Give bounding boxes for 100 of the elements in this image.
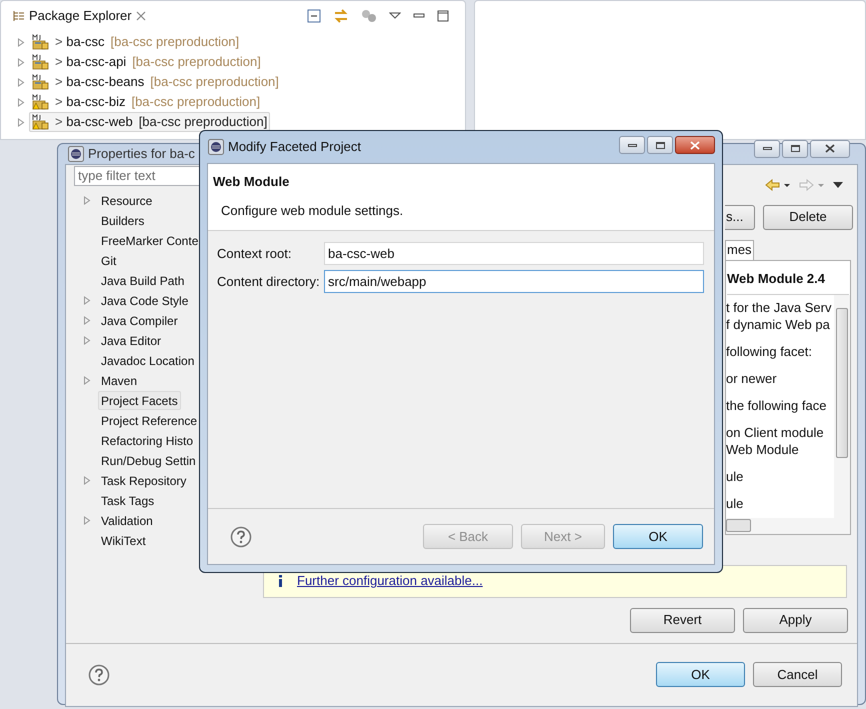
minimize-button[interactable] xyxy=(754,140,780,158)
delete-button[interactable]: Delete xyxy=(763,204,853,230)
description-line: Web Module xyxy=(726,441,800,458)
tree-item[interactable]: Resource xyxy=(98,191,156,210)
link-arrows-icon[interactable] xyxy=(333,8,349,24)
tree-item[interactable]: WikiText xyxy=(98,531,149,550)
tree-item[interactable]: Validation xyxy=(98,511,156,530)
details-heading: Web Module 2.4 xyxy=(727,270,825,288)
tree-item[interactable]: Run/Debug Settin xyxy=(98,451,199,470)
close-icon xyxy=(825,144,835,154)
project-name: > ba-csc-api xyxy=(55,53,126,72)
collapse-all-icon[interactable] xyxy=(307,9,321,23)
tree-item[interactable]: Task Repository xyxy=(98,471,190,490)
project-decoration: [ba-csc preproduction] xyxy=(110,33,240,52)
maximize-button[interactable] xyxy=(647,136,673,154)
wizard-button[interactable]: OK xyxy=(613,524,703,549)
tree-item[interactable]: > ba-csc-beans [ba-csc preproduction] xyxy=(29,72,282,92)
tree-item[interactable]: Builders xyxy=(98,211,148,230)
view-tab[interactable]: Package Explorer xyxy=(9,3,150,29)
action-button[interactable]: s... xyxy=(725,204,755,230)
expand-icon[interactable] xyxy=(17,38,25,46)
tree-item[interactable]: Refactoring Histo xyxy=(98,431,196,450)
tree-item[interactable]: Project Reference xyxy=(98,411,200,430)
details-tab[interactable]: mes xyxy=(725,240,754,260)
project-decoration: [ba-csc preproduction] xyxy=(138,113,268,132)
configuration-link[interactable]: Further configuration available... xyxy=(297,571,483,591)
close-icon xyxy=(690,140,700,150)
page-button[interactable]: Apply xyxy=(743,608,848,632)
expand-icon[interactable] xyxy=(83,516,91,525)
package-icon xyxy=(13,10,25,22)
tree-item[interactable]: Maven xyxy=(98,371,140,390)
minimize-icon[interactable] xyxy=(413,13,425,19)
page-button[interactable]: Revert xyxy=(630,608,735,632)
expand-icon[interactable] xyxy=(83,376,91,385)
close-button[interactable] xyxy=(810,140,850,158)
project-warning-icon xyxy=(32,114,49,130)
project-name: > ba-csc-biz xyxy=(55,93,126,112)
expand-icon[interactable] xyxy=(83,316,91,325)
tree-item[interactable]: Task Tags xyxy=(98,491,158,510)
project-warning-icon xyxy=(32,94,49,110)
info-icon xyxy=(278,575,283,587)
tree-item[interactable]: > ba-csc-biz [ba-csc preproduction] xyxy=(29,92,264,112)
project-name: > ba-csc-web xyxy=(55,113,133,132)
minimize-button[interactable] xyxy=(619,136,645,154)
expand-icon[interactable] xyxy=(83,196,91,205)
expand-icon[interactable] xyxy=(83,336,91,345)
dialog-button[interactable]: Cancel xyxy=(753,662,842,687)
expand-icon[interactable] xyxy=(83,476,91,485)
tree-item[interactable]: Project Facets xyxy=(98,391,181,410)
expand-icon[interactable] xyxy=(17,98,25,106)
description-line: ule xyxy=(726,468,744,485)
help-icon[interactable] xyxy=(230,526,252,548)
horizontal-scrollbar[interactable] xyxy=(726,518,850,534)
maximize-icon[interactable] xyxy=(437,10,449,22)
vertical-scrollbar[interactable] xyxy=(834,295,850,518)
text-field[interactable]: src/main/webapp xyxy=(324,270,704,293)
dialog-button[interactable]: OK xyxy=(656,662,745,687)
tree-item[interactable]: Java Code Style xyxy=(98,291,192,310)
expand-icon[interactable] xyxy=(17,58,25,66)
page-description: Configure web module settings. xyxy=(220,202,404,220)
tree-item[interactable]: Java Editor xyxy=(98,331,164,350)
help-icon[interactable] xyxy=(88,664,110,686)
expand-icon[interactable] xyxy=(17,78,25,86)
project-name: > ba-csc xyxy=(55,33,105,52)
back-arrow-icon[interactable] xyxy=(765,178,793,190)
view-menu-icon[interactable] xyxy=(389,12,401,20)
expand-icon[interactable] xyxy=(17,118,25,126)
tree-item[interactable]: FreeMarker Conte xyxy=(98,231,202,250)
project-decoration: [ba-csc preproduction] xyxy=(132,53,261,72)
text-field[interactable]: ba-csc-web xyxy=(324,242,704,265)
maximize-button[interactable] xyxy=(782,140,808,158)
description-line: ule xyxy=(726,495,744,512)
app-icon xyxy=(68,146,84,162)
description-line: on Client module xyxy=(726,424,825,441)
tree-item[interactable]: Git xyxy=(98,251,120,270)
tree-item[interactable]: Java Build Path xyxy=(98,271,188,290)
tree-item[interactable]: Java Compiler xyxy=(98,311,181,330)
field-label: Content directory: xyxy=(216,272,321,291)
description-line: the following face xyxy=(726,397,828,414)
expand-icon[interactable] xyxy=(83,296,91,305)
project-name: > ba-csc-beans xyxy=(55,73,144,92)
close-button[interactable] xyxy=(675,136,715,154)
tree-item[interactable]: Javadoc Location xyxy=(98,351,198,370)
project-decoration: [ba-csc preproduction] xyxy=(131,93,260,112)
tree-item[interactable]: > ba-csc [ba-csc preproduction] xyxy=(29,32,242,52)
description-line: or newer xyxy=(726,370,778,387)
field-label: Context root: xyxy=(216,244,292,263)
dialog-title: Modify Faceted Project xyxy=(228,138,361,156)
tree-item[interactable]: > ba-csc-api [ba-csc preproduction] xyxy=(29,52,264,72)
close-icon[interactable] xyxy=(136,11,146,21)
tree-item[interactable]: > ba-csc-web [ba-csc preproduction] xyxy=(29,112,270,132)
menu-caret-icon[interactable] xyxy=(833,182,843,188)
project-icon xyxy=(32,74,49,90)
description-line: t for the Java Serv xyxy=(726,299,832,316)
description-line: f dynamic Web pa xyxy=(726,316,831,333)
forward-arrow-icon[interactable] xyxy=(799,178,827,190)
project-icon xyxy=(32,54,49,70)
description-line: following facet: xyxy=(726,343,813,360)
window-title: Properties for ba-c xyxy=(88,145,195,163)
project-decoration: [ba-csc preproduction] xyxy=(150,73,279,92)
